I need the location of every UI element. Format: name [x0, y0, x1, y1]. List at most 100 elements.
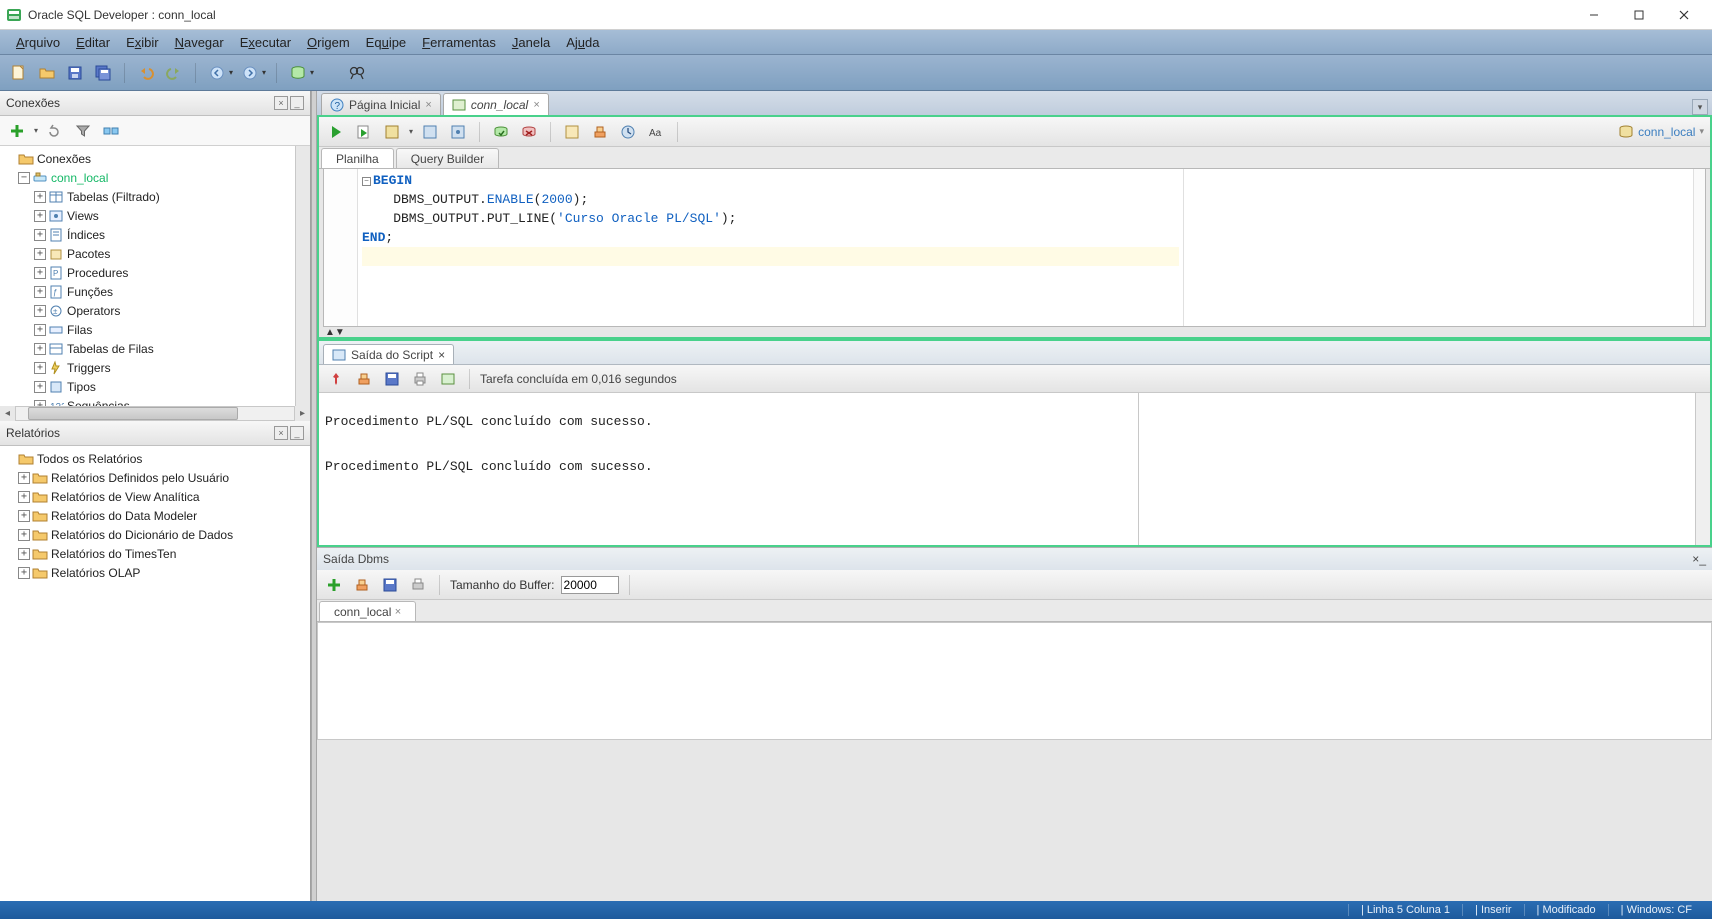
tab-script-output[interactable]: Saída do Script × — [323, 344, 454, 364]
run-script-button[interactable] — [353, 121, 375, 143]
menu-arquivo[interactable]: Arquivo — [8, 32, 68, 53]
expand-toggle[interactable]: + — [34, 248, 46, 260]
print-output-button[interactable] — [409, 368, 431, 390]
connection-name[interactable]: conn_local — [51, 171, 108, 185]
script-output-text[interactable]: Procedimento PL/SQL concluído com sucess… — [319, 393, 1139, 545]
expand-toggle[interactable]: + — [34, 229, 46, 241]
connections-tree[interactable]: Conexões −conn_local +Tabelas (Filtrado)… — [0, 146, 295, 406]
new-connection-button[interactable] — [6, 120, 28, 142]
expand-toggle[interactable]: + — [34, 286, 46, 298]
expand-toggle[interactable]: + — [18, 491, 30, 503]
menu-ajuda[interactable]: Ajuda — [558, 32, 607, 53]
unshared-worksheet-button[interactable] — [561, 121, 583, 143]
expand-toggle[interactable]: + — [34, 305, 46, 317]
to-uppercase-button[interactable]: Aa — [645, 121, 667, 143]
find-button[interactable] — [346, 62, 368, 84]
explain-plan-button[interactable] — [381, 121, 403, 143]
autotrace-button[interactable] — [419, 121, 441, 143]
sql-connection-label[interactable]: conn_local — [1638, 125, 1695, 139]
expand-toggle[interactable]: + — [18, 529, 30, 541]
back-dropdown[interactable]: ▾ — [206, 62, 233, 84]
menu-executar[interactable]: Executar — [232, 32, 299, 53]
tree-item[interactable]: Operators — [67, 304, 120, 318]
tree-item[interactable]: Triggers — [67, 361, 111, 375]
sql-history-button[interactable] — [617, 121, 639, 143]
panel-close-icon[interactable]: × — [274, 426, 288, 440]
tree-item[interactable]: Views — [67, 209, 99, 223]
expand-toggle[interactable]: + — [34, 267, 46, 279]
save-button[interactable] — [64, 62, 86, 84]
commit-button[interactable] — [490, 121, 512, 143]
refresh-connections-button[interactable] — [44, 120, 66, 142]
expand-toggle[interactable]: + — [34, 362, 46, 374]
tab-close-icon[interactable]: × — [438, 348, 445, 362]
menu-navegar[interactable]: Navegar — [167, 32, 232, 53]
tree-scrollbar[interactable] — [295, 146, 310, 406]
tab-close-icon[interactable]: × — [395, 606, 401, 618]
sql-editor[interactable]: −BEGIN DBMS_OUTPUT.ENABLE(2000); DBMS_OU… — [323, 169, 1706, 327]
maximize-button[interactable] — [1616, 1, 1661, 29]
redo-button[interactable] — [163, 62, 185, 84]
print-dbms-button[interactable] — [407, 574, 429, 596]
clear-button[interactable] — [589, 121, 611, 143]
rollback-button[interactable] — [518, 121, 540, 143]
save-dbms-button[interactable] — [379, 574, 401, 596]
expand-toggle[interactable]: + — [34, 191, 46, 203]
tree-item[interactable]: Tipos — [67, 380, 96, 394]
open-output-button[interactable] — [437, 368, 459, 390]
sql-tuning-button[interactable] — [447, 121, 469, 143]
tree-item[interactable]: Tabelas de Filas — [67, 342, 154, 356]
tab-close-icon[interactable]: × — [533, 99, 539, 111]
expand-toggle[interactable]: + — [34, 381, 46, 393]
panel-minimize-icon[interactable]: _ — [290, 426, 304, 440]
tree-item[interactable]: Índices — [67, 228, 105, 242]
tab-planilha[interactable]: Planilha — [321, 148, 394, 168]
menu-equipe[interactable]: Equipe — [358, 32, 415, 53]
tree-item[interactable]: Procedures — [67, 266, 128, 280]
save-output-button[interactable] — [381, 368, 403, 390]
panel-minimize-icon[interactable]: _ — [290, 96, 304, 110]
splitter-handle[interactable]: ▲▼ — [319, 327, 1710, 337]
expand-toggle[interactable]: + — [34, 210, 46, 222]
dbms-output-body[interactable] — [317, 622, 1712, 740]
open-button[interactable] — [36, 62, 58, 84]
report-item[interactable]: Relatórios do Data Modeler — [51, 509, 197, 523]
chevron-down-icon[interactable]: ▾ — [1699, 126, 1704, 137]
tree-item[interactable]: Filas — [67, 323, 92, 337]
menu-editar[interactable]: Editar — [68, 32, 118, 53]
report-item[interactable]: Relatórios do TimesTen — [51, 547, 176, 561]
expand-toggle[interactable]: + — [34, 343, 46, 355]
tab-conn-local[interactable]: conn_local × — [443, 93, 549, 115]
sql-button[interactable]: ▾ — [287, 62, 314, 84]
enable-dbms-output-button[interactable] — [323, 574, 345, 596]
clear-dbms-button[interactable] — [351, 574, 373, 596]
menu-ferramentas[interactable]: Ferramentas — [414, 32, 504, 53]
tabs-overflow-button[interactable]: ▾ — [1692, 99, 1708, 115]
menu-janela[interactable]: Janela — [504, 32, 558, 53]
filter-button[interactable] — [72, 120, 94, 142]
reports-tree[interactable]: Todos os Relatórios +Relatórios Definido… — [0, 446, 310, 901]
tab-close-icon[interactable]: × — [425, 99, 431, 111]
editor-overview-ruler[interactable] — [1693, 169, 1705, 326]
expand-toggle[interactable]: + — [18, 548, 30, 560]
save-all-button[interactable] — [92, 62, 114, 84]
panel-minimize-icon[interactable]: _ — [1699, 552, 1706, 566]
minimize-button[interactable] — [1571, 1, 1616, 29]
report-item[interactable]: Relatórios Definidos pelo Usuário — [51, 471, 229, 485]
expand-toggle[interactable]: + — [18, 567, 30, 579]
undo-button[interactable] — [135, 62, 157, 84]
expand-toggle[interactable]: + — [18, 510, 30, 522]
tree-item[interactable]: Tabelas (Filtrado) — [67, 190, 160, 204]
report-item[interactable]: Relatórios de View Analítica — [51, 490, 200, 504]
code-area[interactable]: −BEGIN DBMS_OUTPUT.ENABLE(2000); DBMS_OU… — [358, 169, 1183, 326]
tree-item[interactable]: Sequências — [67, 399, 130, 407]
report-item[interactable]: Relatórios OLAP — [51, 566, 140, 580]
report-item[interactable]: Relatórios do Dicionário de Dados — [51, 528, 233, 542]
clear-output-button[interactable] — [353, 368, 375, 390]
tab-query-builder[interactable]: Query Builder — [396, 148, 499, 168]
tree-item[interactable]: Pacotes — [67, 247, 110, 261]
run-statement-button[interactable] — [325, 121, 347, 143]
tab-start-page[interactable]: ? Página Inicial × — [321, 93, 441, 115]
buffer-size-input[interactable] — [561, 576, 619, 594]
tree-item[interactable]: Funções — [67, 285, 113, 299]
